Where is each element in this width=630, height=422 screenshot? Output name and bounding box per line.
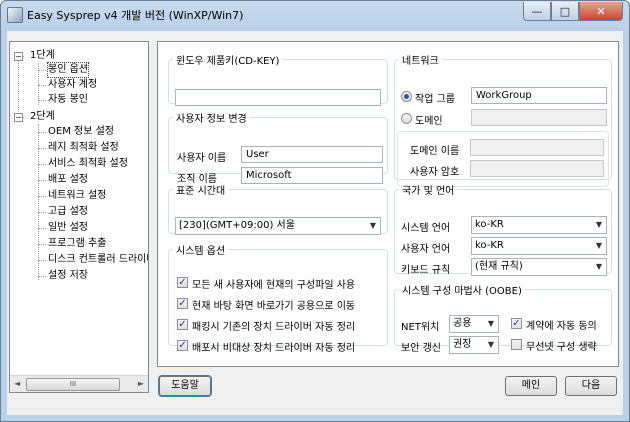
app-window: Easy Sysprep v4 개발 버전 (WinXP/Win7) — □ ✕… xyxy=(0,0,630,422)
maximize-button[interactable]: □ xyxy=(551,2,579,21)
wireless-label[interactable]: 무선넷 구성 생략 xyxy=(526,338,597,353)
system-language-label: 시스템 언어 xyxy=(401,223,451,234)
close-button[interactable]: ✕ xyxy=(579,2,623,21)
tree-item-registry[interactable]: 레지 최적화 설정 xyxy=(48,141,119,155)
timezone-value: [230](GMT+09:00) 서울 xyxy=(179,220,295,231)
domain-name-label: 도메인 이름 xyxy=(410,146,460,157)
cdkey-group: 윈도우 제품키(CD-KEY) xyxy=(168,52,388,106)
tree-horizontal-scrollbar[interactable]: ◄ III ► xyxy=(10,375,148,392)
user-language-value: ko-KR xyxy=(475,240,504,251)
oobe-legend: 시스템 구성 마법사 (OOBE) xyxy=(402,286,522,297)
tree-item-oem[interactable]: OEM 정보 설정 xyxy=(48,125,114,139)
window-title: Easy Sysprep v4 개발 버전 (WinXP/Win7) xyxy=(27,9,244,22)
userinfo-group: 사용자 정보 변경 사용자 이름 User 조직 이름 Microsoft xyxy=(168,110,388,185)
option-label[interactable]: 현재 바탕 화면 바로가기 공용으로 이동 xyxy=(192,297,355,312)
system-language-dropdown[interactable]: ko-KR ▼ xyxy=(471,216,607,234)
option-label[interactable]: 모든 새 사용자에 현재의 구성파일 사용 xyxy=(192,276,355,291)
workgroup-label[interactable]: 작업 그룹 xyxy=(415,90,455,105)
domain-password-label: 사용자 암호 xyxy=(410,167,460,178)
sysopts-legend: 시스템 옵션 xyxy=(176,246,226,257)
eula-label[interactable]: 계약에 자동 동의 xyxy=(526,317,597,332)
client-area: − 1단계 봉인 옵션 사용자 계정 자동 봉인 − 2단계 OEM 정보 설정… xyxy=(7,31,623,415)
username-label: 사용자 이름 xyxy=(177,153,227,164)
security-update-value: 권장 xyxy=(453,339,472,350)
tree-item-advanced[interactable]: 고급 설정 xyxy=(48,205,88,219)
username-input[interactable]: User xyxy=(241,146,383,163)
network-group: 네트워크 작업 그룹 WorkGroup 도메인 도메인 이름 사용자 암호 xyxy=(394,52,612,187)
tree-item-seal-options[interactable]: 봉인 옵션 xyxy=(47,62,89,78)
collapse-icon[interactable]: − xyxy=(14,113,23,122)
domain-credentials-group: 도메인 이름 사용자 암호 xyxy=(397,131,609,187)
scroll-right-icon[interactable]: ► xyxy=(138,379,144,388)
radio-workgroup[interactable] xyxy=(401,91,412,102)
chevron-down-icon: ▼ xyxy=(595,262,602,271)
tree-item-deploy[interactable]: 배포 설정 xyxy=(48,173,88,187)
tree-item-auto-seal[interactable]: 자동 봉인 xyxy=(48,93,88,107)
option-label[interactable]: 배포시 비대상 장치 드라이버 자동 정리 xyxy=(192,339,355,354)
timezone-group: 표준 시간대 [230](GMT+09:00) 서울 ▼ xyxy=(168,182,388,235)
scroll-left-icon[interactable]: ◄ xyxy=(14,379,20,388)
minimize-button[interactable]: — xyxy=(523,2,551,21)
chevron-down-icon: ▼ xyxy=(595,220,602,229)
chevron-down-icon: ▼ xyxy=(595,241,602,250)
domain-name-input[interactable] xyxy=(470,139,604,156)
checkbox-new-user-profile[interactable]: ✓ xyxy=(177,277,188,288)
keyboard-label: 키보드 규칙 xyxy=(401,265,451,276)
next-button[interactable]: 다음 xyxy=(565,376,617,396)
security-update-dropdown[interactable]: 권장 ▼ xyxy=(449,336,499,354)
main-button[interactable]: 메인 xyxy=(505,376,557,396)
title-bar[interactable]: Easy Sysprep v4 개발 버전 (WinXP/Win7) — □ ✕ xyxy=(1,1,629,29)
workgroup-input[interactable]: WorkGroup xyxy=(471,87,607,104)
tree-item-network[interactable]: 네트워크 설정 xyxy=(48,189,106,203)
net-location-label: NET위치 xyxy=(401,322,440,333)
user-language-dropdown[interactable]: ko-KR ▼ xyxy=(471,237,607,255)
chevron-down-icon: ▼ xyxy=(369,221,376,230)
timezone-legend: 표준 시간대 xyxy=(176,186,226,197)
checkbox-deploy-driver-cleanup[interactable]: ✓ xyxy=(177,340,188,351)
radio-domain[interactable] xyxy=(401,113,412,124)
options-panel: 윈도우 제품키(CD-KEY) 사용자 정보 변경 사용자 이름 User 조직… xyxy=(157,41,619,367)
locale-group: 국가 및 언어 시스템 언어 ko-KR ▼ 사용자 언어 ko-KR ▼ 키보… xyxy=(394,182,612,276)
help-button[interactable]: 도움말 xyxy=(158,375,212,397)
collapse-icon[interactable]: − xyxy=(14,52,23,61)
oobe-group: 시스템 구성 마법사 (OOBE) NET위치 공용 ▼ 보안 갱신 권장 ▼ … xyxy=(394,282,612,354)
net-location-dropdown[interactable]: 공용 ▼ xyxy=(449,315,499,333)
chevron-down-icon: ▼ xyxy=(487,319,494,328)
checkbox-auto-accept-eula[interactable]: ✓ xyxy=(511,318,522,329)
userinfo-legend: 사용자 정보 변경 xyxy=(176,114,247,125)
domain-password-input[interactable] xyxy=(470,160,604,177)
tree-item-user-account[interactable]: 사용자 계정 xyxy=(48,78,97,92)
scroll-thumb[interactable]: III xyxy=(26,378,120,391)
locale-legend: 국가 및 언어 xyxy=(402,186,455,197)
timezone-dropdown[interactable]: [230](GMT+09:00) 서울 ▼ xyxy=(175,217,381,235)
keyboard-value: (현재 규칙) xyxy=(475,261,523,272)
system-language-value: ko-KR xyxy=(475,219,504,230)
checkbox-desktop-shortcuts[interactable]: ✓ xyxy=(177,298,188,309)
user-language-label: 사용자 언어 xyxy=(401,244,451,255)
chevron-down-icon: ▼ xyxy=(487,340,494,349)
tree-group-step2[interactable]: 2단계 xyxy=(30,110,55,124)
domain-input[interactable] xyxy=(471,109,607,126)
network-legend: 네트워크 xyxy=(402,56,439,67)
cdkey-input[interactable] xyxy=(175,89,381,106)
keyboard-dropdown[interactable]: (현재 규칙) ▼ xyxy=(471,258,607,276)
domain-label[interactable]: 도메인 xyxy=(415,112,443,127)
cdkey-legend: 윈도우 제품키(CD-KEY) xyxy=(176,56,280,67)
security-update-label: 보안 갱신 xyxy=(401,343,441,354)
checkbox-pack-driver-cleanup[interactable]: ✓ xyxy=(177,319,188,330)
tree-item-service[interactable]: 서비스 최적화 설정 xyxy=(48,157,128,171)
system-options-group: 시스템 옵션 ✓ 모든 새 사용자에 현재의 구성파일 사용 ✓ 현재 바탕 화… xyxy=(168,242,388,354)
tree-item-disk-controller[interactable]: 디스크 컨트롤러 드라이버 xyxy=(48,253,148,267)
checkbox-skip-wireless[interactable] xyxy=(511,339,522,350)
net-location-value: 공용 xyxy=(453,318,472,329)
tree-item-extract[interactable]: 프로그램 추출 xyxy=(48,237,106,251)
app-icon xyxy=(7,7,23,23)
tree-item-save[interactable]: 설정 저장 xyxy=(48,269,88,283)
option-label[interactable]: 패킹시 기존의 장치 드라이버 자동 정리 xyxy=(192,318,355,333)
step-tree[interactable]: − 1단계 봉인 옵션 사용자 계정 자동 봉인 − 2단계 OEM 정보 설정… xyxy=(9,41,149,393)
tree-group-step1[interactable]: 1단계 xyxy=(30,49,55,63)
tree-item-general[interactable]: 일반 설정 xyxy=(48,221,88,235)
